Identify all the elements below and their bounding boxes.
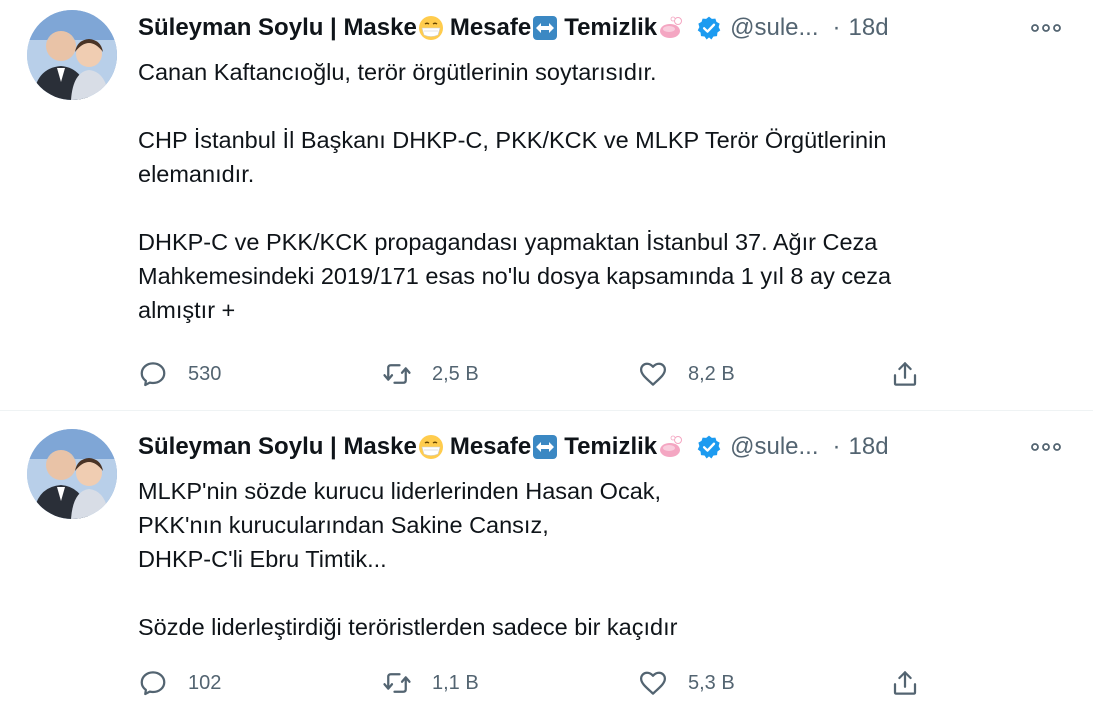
tweet-actions: 102 1,1 B 5,3 B <box>138 663 938 703</box>
soap-emoji <box>658 15 684 41</box>
soap-emoji <box>658 434 684 460</box>
tweet-text-line: MLKP'nin sözde kurucu liderlerinden Hasa… <box>138 478 662 504</box>
like-count: 8,2 B <box>688 362 735 385</box>
reply-count: 102 <box>188 671 222 694</box>
like-button[interactable]: 8,2 B <box>638 354 735 394</box>
retweet-count: 1,1 B <box>432 671 479 694</box>
avatar[interactable] <box>27 429 117 519</box>
tweet-text-line: Canan Kaftancıoğlu, terör örgütlerinin s… <box>138 59 657 85</box>
retweet-button[interactable]: 1,1 B <box>382 663 479 703</box>
author-name[interactable]: Mesafe <box>450 433 531 461</box>
paragraph-break <box>138 191 1058 225</box>
tweet-header: Süleyman Soylu | Maske Mesafe Temizlik @… <box>138 429 1078 465</box>
tweet-text-line: elemanıdır. <box>138 161 255 187</box>
author-name[interactable]: Süleyman Soylu | Maske <box>138 14 417 42</box>
left-right-arrow-emoji <box>532 15 558 41</box>
tweet-text-line: PKK'nın kurucularından Sakine Cansız, <box>138 512 549 538</box>
author-name[interactable]: Temizlik <box>564 433 657 461</box>
tweet-timestamp[interactable]: 18d <box>849 14 889 42</box>
like-icon <box>640 362 666 386</box>
retweet-count: 2,5 B <box>432 362 479 385</box>
author-handle[interactable]: @sule... <box>730 14 818 42</box>
share-icon <box>893 362 917 386</box>
reply-count: 530 <box>188 362 222 385</box>
reply-button[interactable]: 530 <box>138 354 221 394</box>
share-icon <box>893 671 917 695</box>
verified-badge-icon <box>696 15 722 41</box>
share-button[interactable] <box>890 354 940 394</box>
author-name[interactable]: Mesafe <box>450 14 531 42</box>
tweet-text: Canan Kaftancıoğlu, terör örgütlerinin s… <box>138 55 1058 327</box>
tweet[interactable]: Süleyman Soylu | Maske Mesafe Temizlik @… <box>0 0 1093 410</box>
left-right-arrow-emoji <box>532 434 558 460</box>
author-handle[interactable]: @sule... <box>730 433 818 461</box>
separator-dot: · <box>832 433 841 460</box>
retweet-icon <box>383 673 411 693</box>
author-name[interactable]: Temizlik <box>564 14 657 42</box>
paragraph-break <box>138 576 1058 610</box>
tweet[interactable]: Süleyman Soylu | Maske Mesafe Temizlik @… <box>0 410 1093 696</box>
tweet-text-line: Sözde liderleştirdiği teröristlerden sad… <box>138 614 678 640</box>
tweet-text-line: DHKP-C ve PKK/KCK propagandası yapmaktan… <box>138 229 878 255</box>
separator-dot: · <box>832 14 841 41</box>
tweet-text-line: Mahkemesindeki 2019/171 esas no'lu dosya… <box>138 263 892 289</box>
reply-button[interactable]: 102 <box>138 663 221 703</box>
reply-icon <box>140 362 166 387</box>
author-name[interactable]: Süleyman Soylu | Maske <box>138 433 417 461</box>
verified-badge-icon <box>696 434 722 460</box>
tweet-header: Süleyman Soylu | Maske Mesafe Temizlik @… <box>138 10 1078 46</box>
retweet-icon <box>383 364 411 384</box>
share-button[interactable] <box>890 663 940 703</box>
paragraph-break <box>138 89 1058 123</box>
retweet-button[interactable]: 2,5 B <box>382 354 479 394</box>
avatar[interactable] <box>27 10 117 100</box>
like-button[interactable]: 5,3 B <box>638 663 735 703</box>
tweet-text-line: DHKP-C'li Ebru Timtik... <box>138 546 387 572</box>
more-options-icon[interactable] <box>1026 433 1066 461</box>
reply-icon <box>140 671 166 696</box>
like-icon <box>640 671 666 695</box>
tweet-actions: 530 2,5 B 8,2 B <box>138 354 938 394</box>
like-count: 5,3 B <box>688 671 735 694</box>
tweet-timestamp[interactable]: 18d <box>849 433 889 461</box>
tweet-text: MLKP'nin sözde kurucu liderlerinden Hasa… <box>138 474 1058 644</box>
face-with-medical-mask-emoji <box>418 15 444 41</box>
tweet-text-line: CHP İstanbul İl Başkanı DHKP-C, PKK/KCK … <box>138 127 887 153</box>
tweet-text-line: almıştır + <box>138 297 236 323</box>
more-options-icon[interactable] <box>1026 14 1066 42</box>
face-with-medical-mask-emoji <box>418 434 444 460</box>
